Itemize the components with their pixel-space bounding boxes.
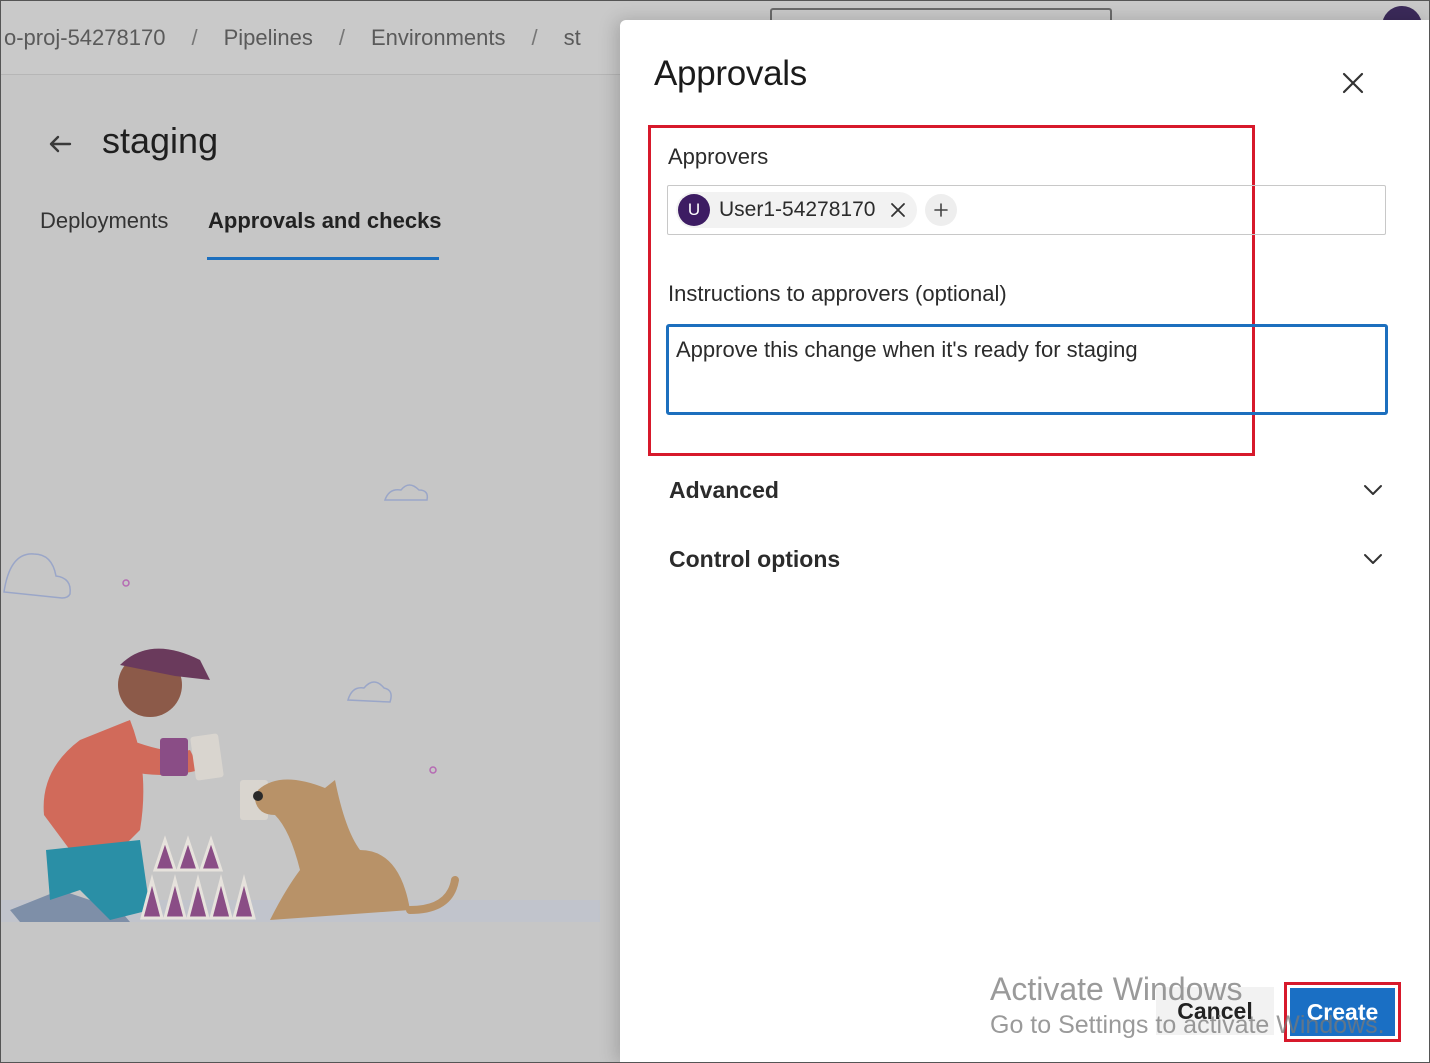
page-title: staging xyxy=(102,120,219,161)
add-icon[interactable] xyxy=(925,194,958,226)
empty-state-illustration xyxy=(0,484,600,922)
control-options-label: Control options xyxy=(669,545,841,572)
breadcrumb: o-proj-54278170 / Pipelines / Environmen… xyxy=(0,24,585,52)
breadcrumb-separator: / xyxy=(531,25,538,50)
chevron-down-icon xyxy=(1364,485,1382,495)
remove-icon[interactable] xyxy=(885,197,911,223)
instructions-label: Instructions to approvers (optional) xyxy=(668,281,1007,306)
approver-name: User1-54278170 xyxy=(719,198,876,221)
breadcrumb-environment[interactable]: st xyxy=(560,25,585,51)
chevron-down-icon xyxy=(1364,554,1382,564)
tab-approvals-and-checks[interactable]: Approvals and checks xyxy=(208,208,442,234)
active-tab-indicator xyxy=(207,257,439,260)
breadcrumb-environments[interactable]: Environments xyxy=(367,25,510,51)
approver-chip: U User1-54278170 xyxy=(676,192,918,228)
breadcrumb-project[interactable]: o-proj-54278170 xyxy=(0,25,169,51)
approver-avatar: U xyxy=(678,194,710,226)
breadcrumb-separator: / xyxy=(338,25,345,50)
back-arrow-icon[interactable] xyxy=(46,130,74,158)
approvers-label: Approvers xyxy=(668,144,769,169)
create-button[interactable]: Create xyxy=(1290,988,1395,1036)
control-options-section-toggle[interactable]: Control options xyxy=(669,541,1385,577)
advanced-section-toggle[interactable]: Advanced xyxy=(669,472,1385,508)
approvers-picker[interactable]: U User1-54278170 xyxy=(667,185,1386,235)
close-icon[interactable] xyxy=(1336,66,1370,100)
cancel-button[interactable]: Cancel xyxy=(1156,987,1274,1035)
advanced-label: Advanced xyxy=(669,476,779,503)
tab-deployments[interactable]: Deployments xyxy=(40,208,168,234)
breadcrumb-separator: / xyxy=(191,25,198,50)
instructions-textarea[interactable]: Approve this change when it's ready for … xyxy=(666,324,1388,415)
create-highlight-annotation: Create xyxy=(1284,982,1401,1042)
approvals-panel: Approvals Approvers U User1-54278170 Ins… xyxy=(620,20,1430,1063)
panel-title: Approvals xyxy=(654,54,807,93)
breadcrumb-pipelines[interactable]: Pipelines xyxy=(220,25,317,51)
